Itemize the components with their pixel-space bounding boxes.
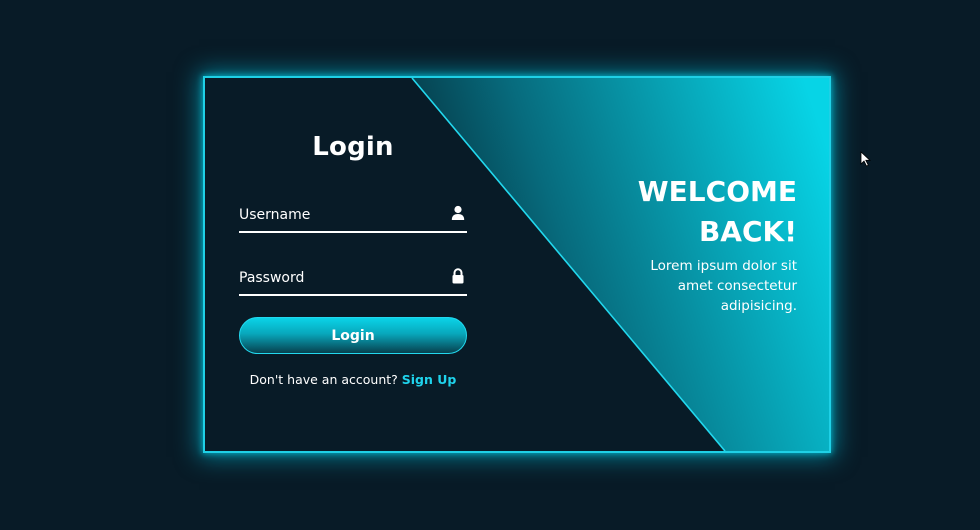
username-input[interactable] — [239, 201, 439, 229]
user-icon — [451, 205, 465, 220]
welcome-body-text: Lorem ipsum dolor sit amet consectetur a… — [557, 256, 797, 316]
welcome-body-line1: Lorem ipsum dolor sit — [650, 258, 797, 274]
username-field-box — [239, 201, 467, 233]
login-button[interactable]: Login — [239, 317, 467, 354]
welcome-body-line2: amet consectetur — [677, 278, 797, 294]
welcome-body-line3: adipisicing. — [720, 298, 797, 314]
password-field-box — [239, 264, 467, 296]
signup-prompt-row: Don't have an account? Sign Up — [239, 372, 467, 387]
signup-link[interactable]: Sign Up — [402, 372, 457, 387]
login-card: Login Login Don't have an account? Sign … — [203, 76, 831, 453]
welcome-title-line1: WELCOME — [637, 175, 797, 208]
welcome-title: WELCOME BACK! — [557, 172, 797, 252]
lock-icon — [452, 268, 464, 284]
welcome-title-line2: BACK! — [698, 215, 797, 248]
login-form: Login Login Don't have an account? Sign … — [239, 78, 467, 451]
welcome-info: WELCOME BACK! Lorem ipsum dolor sit amet… — [557, 172, 797, 316]
signup-prompt-text: Don't have an account? — [249, 372, 398, 387]
password-input[interactable] — [239, 264, 439, 292]
mouse-cursor-icon — [860, 151, 872, 167]
login-title: Login — [312, 132, 394, 162]
